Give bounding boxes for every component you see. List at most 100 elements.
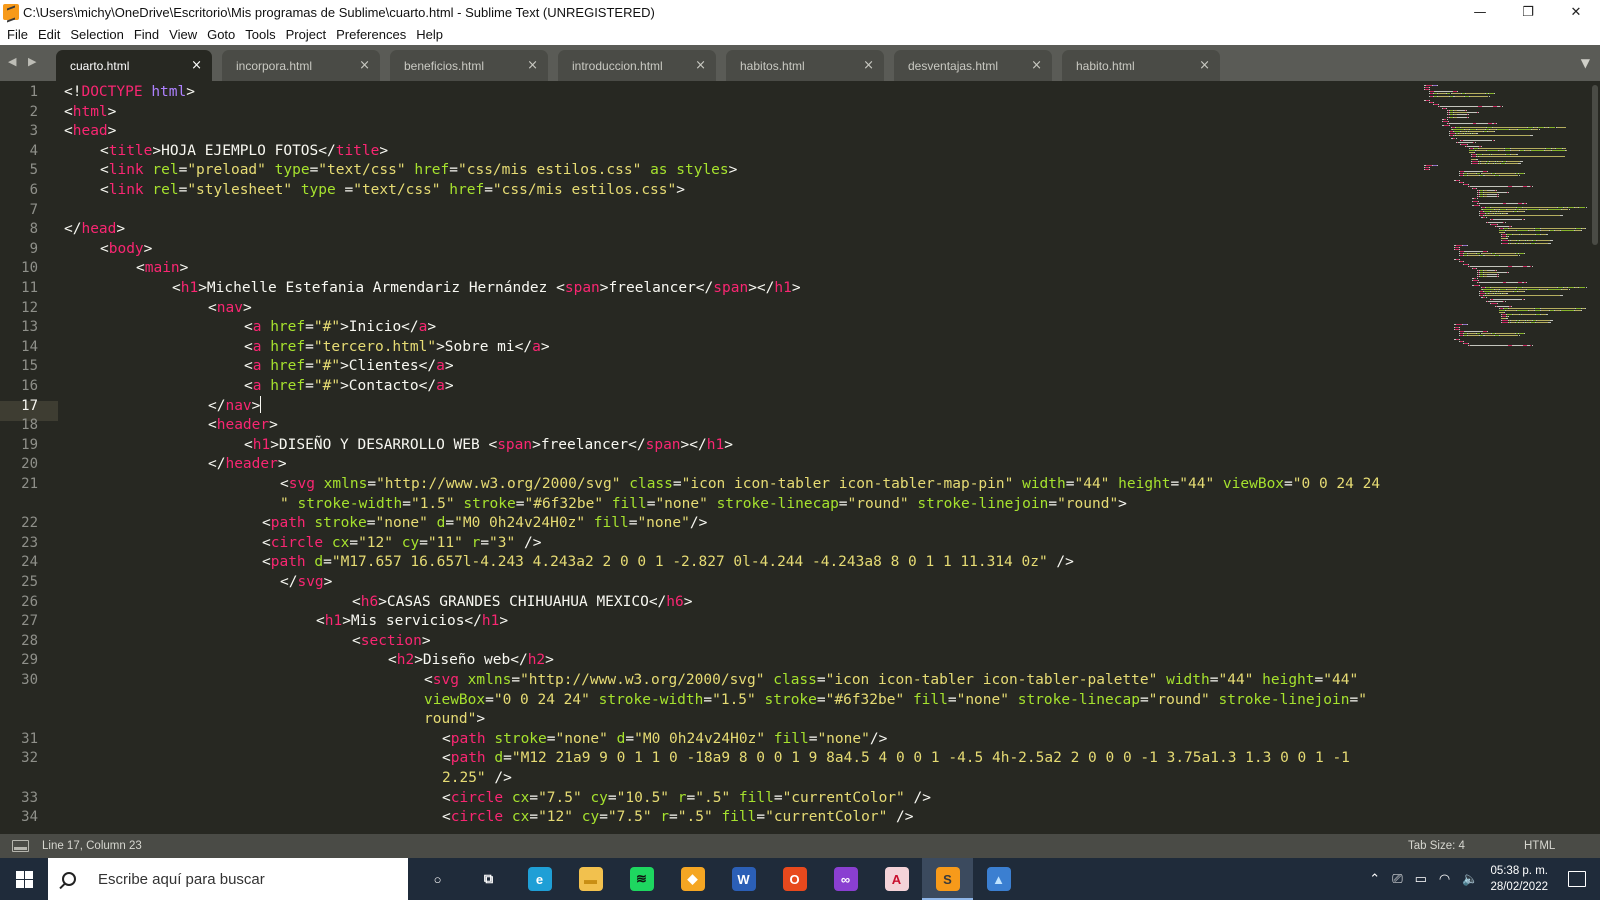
taskbar-app-button[interactable]: ∞ [820, 858, 871, 900]
tab-introduccion[interactable]: introduccion.html × [558, 50, 716, 81]
code-line[interactable]: <svg xmlns="http://www.w3.org/2000/svg" … [424, 670, 1358, 690]
minimap-line [1462, 139, 1493, 141]
syntax-indicator[interactable]: HTML [1524, 834, 1555, 858]
code-line[interactable]: round"> [424, 709, 485, 729]
code-line[interactable]: " stroke-width="1.5" stroke="#6f32be" fi… [280, 494, 1127, 514]
tab-habitos[interactable]: habitos.html × [726, 50, 884, 81]
code-line[interactable]: <title>HOJA EJEMPLO FOTOS</title> [100, 141, 388, 161]
wifi-icon[interactable]: ◠ [1439, 872, 1450, 887]
code-line[interactable]: <body> [100, 239, 152, 259]
code-line[interactable]: <header> [208, 415, 278, 435]
taskbar-app-button[interactable]: W [718, 858, 769, 900]
menu-selection[interactable]: Selection [65, 27, 128, 42]
menu-help[interactable]: Help [411, 27, 448, 42]
close-tab-icon[interactable]: × [527, 58, 538, 73]
taskbar-app-button[interactable]: ○ [412, 858, 463, 900]
editor-area[interactable]: 1 2 3 4 5 6 7 8 9 10 11 12 13 14 15 16 17 18 19 20 21 22 23 24 2… [0, 81, 1600, 834]
menu-project[interactable]: Project [281, 27, 331, 42]
close-tab-icon[interactable]: × [191, 58, 202, 73]
code-line[interactable]: <link rel="stylesheet" type ="text/css" … [100, 180, 685, 200]
code-line[interactable]: <path stroke="none" d="M0 0h24v24H0z" fi… [442, 729, 887, 749]
code-line[interactable]: <path d="M12 21a9 9 0 1 1 0 -18a9 8 0 0 … [442, 748, 1350, 768]
code-line[interactable]: <circle cx="7.5" cy="10.5" r=".5" fill="… [442, 788, 931, 808]
menu-view[interactable]: View [164, 27, 202, 42]
taskbar-clock[interactable]: 05:38 p. m. 28/02/2022 [1490, 863, 1548, 895]
notifications-icon[interactable] [1568, 871, 1586, 887]
tab-desventajas[interactable]: desventajas.html × [894, 50, 1052, 81]
panel-toggle-icon[interactable] [12, 840, 29, 852]
close-tab-icon[interactable]: × [1199, 58, 1210, 73]
tab-nav-arrows-icon[interactable]: ◀ ▶ [8, 55, 40, 68]
meet-now-icon[interactable]: ⎚ [1392, 872, 1402, 887]
volume-icon[interactable]: 🔈 [1462, 872, 1478, 887]
code-line[interactable]: </head> [64, 219, 125, 239]
menu-find[interactable]: Find [129, 27, 164, 42]
code-line[interactable]: </svg> [280, 572, 332, 592]
taskbar-app-button[interactable]: A [871, 858, 922, 900]
battery-icon[interactable]: ▭ [1415, 872, 1427, 887]
tab-incorpora[interactable]: incorpora.html × [222, 50, 380, 81]
vertical-scrollbar[interactable] [1592, 85, 1598, 245]
code-line[interactable]: <h6>CASAS GRANDES CHIHUAHUA MEXICO</h6> [352, 592, 693, 612]
menu-tools[interactable]: Tools [240, 27, 280, 42]
code-token: stroke-linecap [716, 495, 839, 512]
start-button[interactable] [0, 858, 48, 900]
code-line[interactable]: <nav> [208, 298, 252, 318]
taskbar-app-button[interactable]: ≋ [616, 858, 667, 900]
taskbar-app-button[interactable]: ◆ [667, 858, 718, 900]
minimap-line [1526, 282, 1528, 284]
code-line[interactable]: <head> [64, 121, 116, 141]
close-button[interactable]: ✕ [1552, 0, 1600, 24]
close-tab-icon[interactable]: × [863, 58, 874, 73]
taskbar-app-button[interactable]: ▬ [565, 858, 616, 900]
code-line[interactable]: 2.25" /> [442, 768, 512, 788]
minimap-line [1467, 175, 1479, 177]
minimize-button[interactable]: — [1456, 0, 1504, 24]
code-line[interactable]: <section> [352, 631, 431, 651]
code-line[interactable]: <!DOCTYPE html> [64, 82, 195, 102]
minimap[interactable] [1424, 81, 1594, 381]
code-line[interactable]: <link rel="preload" type="text/css" href… [100, 160, 737, 180]
menu-edit[interactable]: Edit [33, 27, 65, 42]
code-line[interactable]: <h1>DISEÑO Y DESARROLLO WEB <span>freela… [244, 435, 733, 455]
code-line[interactable]: <a href="tercero.html">Sobre mi</a> [244, 337, 550, 357]
code-line[interactable]: <a href="#">Contacto</a> [244, 376, 454, 396]
maximize-button[interactable]: ❐ [1504, 0, 1552, 24]
code-line[interactable]: <path d="M17.657 16.657l-4.243 4.243a2 2… [262, 552, 1074, 572]
code-line[interactable]: <a href="#">Clientes</a> [244, 356, 454, 376]
code-line[interactable]: <h2>Diseño web</h2> [388, 650, 554, 670]
code-line[interactable]: <a href="#">Inicio</a> [244, 317, 436, 337]
code-line[interactable]: <svg xmlns="http://www.w3.org/2000/svg" … [280, 474, 1380, 494]
code-line[interactable]: <path stroke="none" d="M0 0h24v24H0z" fi… [262, 513, 707, 533]
code-line[interactable]: <circle cx="12" cy="7.5" r=".5" fill="cu… [442, 807, 914, 827]
menu-goto[interactable]: Goto [202, 27, 240, 42]
close-tab-icon[interactable]: × [359, 58, 370, 73]
tab-cuarto[interactable]: cuarto.html × [56, 50, 212, 81]
code-line[interactable]: <circle cx="12" cy="11" r="3" /> [262, 533, 541, 553]
taskbar-app-button[interactable]: ▲ [973, 858, 1024, 900]
code-view[interactable]: <!DOCTYPE html> <html> <head> <title>HOJA E… [64, 81, 1444, 834]
close-tab-icon[interactable]: × [1031, 58, 1042, 73]
code-line[interactable]: </header> [208, 454, 287, 474]
taskbar-app-button[interactable]: ⧉ [463, 858, 514, 900]
tab-beneficios[interactable]: beneficios.html × [390, 50, 548, 81]
taskbar-app-button[interactable]: S [922, 858, 973, 900]
show-hidden-icons-icon[interactable]: ⌃ [1369, 872, 1380, 887]
tab-habito[interactable]: habito.html × [1062, 50, 1220, 81]
code-line[interactable]: <h1>Michelle Estefania Armendariz Hernán… [172, 278, 801, 298]
close-tab-icon[interactable]: × [695, 58, 706, 73]
code-line[interactable]: </nav> [208, 395, 262, 416]
tab-list-dropdown-icon[interactable]: ▼ [1581, 56, 1590, 70]
taskbar-search-box[interactable]: Escribe aquí para buscar [48, 858, 408, 900]
taskbar-app-button[interactable]: O [769, 858, 820, 900]
menu-preferences[interactable]: Preferences [331, 27, 411, 42]
code-token: > [499, 613, 509, 630]
code-token: "44" [1323, 672, 1359, 688]
code-line[interactable]: viewBox="0 0 24 24" stroke-width="1.5" s… [424, 690, 1367, 710]
code-line[interactable]: <html> [64, 102, 116, 122]
taskbar-app-button[interactable]: e [514, 858, 565, 900]
tab-size-indicator[interactable]: Tab Size: 4 [1408, 834, 1465, 858]
code-line[interactable]: <main> [136, 258, 188, 278]
code-line[interactable]: <h1>Mis servicios</h1> [316, 611, 508, 631]
menu-file[interactable]: File [2, 27, 33, 42]
